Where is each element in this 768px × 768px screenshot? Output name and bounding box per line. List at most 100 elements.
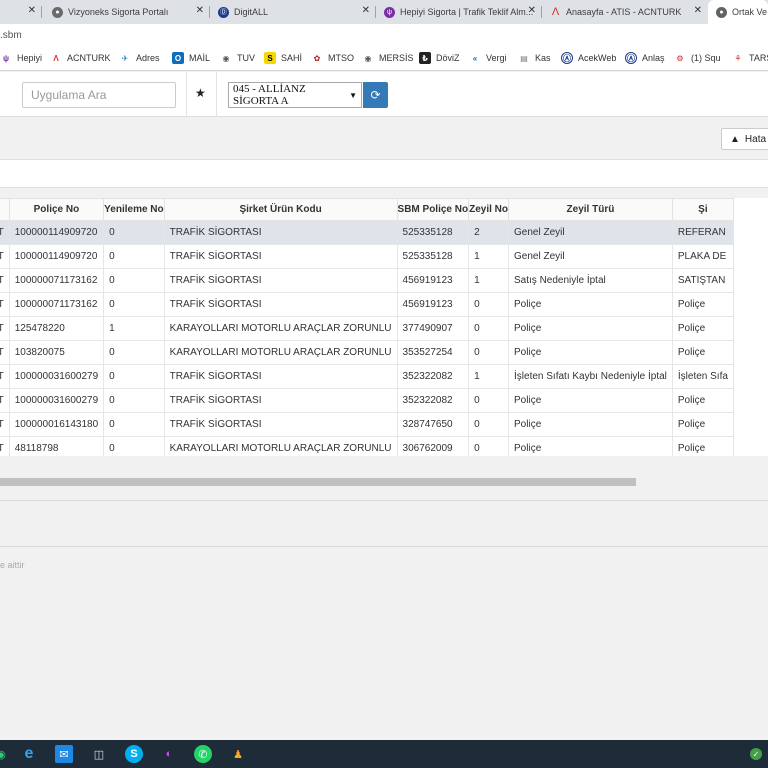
table-cell: TRAFİK SİGORTASI xyxy=(163,244,398,269)
mail-icon[interactable]: ✉ xyxy=(55,745,73,763)
browser-tab-bar: ✕ ● Vizyoneks Sigorta Portalı ✕ Ⓓ DigitA… xyxy=(0,0,768,24)
bookmark-tuv[interactable]: ◉ TUV xyxy=(220,52,256,64)
bookmark-doviz[interactable]: ₺ DöviZ xyxy=(419,52,460,64)
app-search-input[interactable] xyxy=(22,82,176,108)
skype-icon[interactable]: S xyxy=(125,745,143,763)
table-cell: Genel Zeyil xyxy=(508,244,673,269)
table-cell: 2 xyxy=(468,220,510,245)
bookmark-acekweb[interactable]: Ⓐ AcekWeb xyxy=(561,52,616,64)
column-header-sbm-police-no[interactable]: SBM Poliçe No xyxy=(396,198,470,221)
bookmark-adres[interactable]: ✈ Adres xyxy=(119,52,160,64)
table-cell: 328747650 xyxy=(396,412,470,437)
refresh-button[interactable]: ⟳ xyxy=(363,82,388,108)
table-row[interactable]: AKURT1038200750KARAYOLLARI MOTORLU ARAÇL… xyxy=(0,340,734,365)
bookmark-tarsi[interactable]: ⚘TARSİ xyxy=(732,52,768,64)
bookmark-kas[interactable]: ▤ Kas xyxy=(518,52,550,64)
user-app-icon[interactable]: ♟ xyxy=(229,745,247,763)
table-row[interactable]: KURT1000001149097200TRAFİK SİGORTASI5253… xyxy=(0,220,734,245)
column-header-truncated[interactable]: Şi xyxy=(671,198,734,221)
table-cell: 100000031600279 xyxy=(8,388,105,413)
bookmarks-bar: ψ Hepiyi Λ ACNTURK ✈ Adres O MAİL ◉ TUV S SAHİ… xyxy=(0,47,768,71)
column-header-sirket-urun-kodu[interactable]: Şirket Ürün Kodu xyxy=(163,198,398,221)
bookmark-squ[interactable]: ⚙ (1) Squ xyxy=(674,52,720,64)
table-cell: KURT xyxy=(0,220,10,245)
table-cell: 456919123 xyxy=(396,292,470,317)
tab-title: Anasayfa - ATIS - ACNTURK xyxy=(566,7,682,17)
policy-table-container: Poliçe No Yenileme No Şirket Ürün Kodu S… xyxy=(0,198,768,456)
table-cell: 525335128 xyxy=(396,220,470,245)
table-cell: Poliçe xyxy=(508,316,673,341)
squ-icon: ⚙ xyxy=(676,53,684,63)
bookmark-mersis[interactable]: ◉ MERSİS xyxy=(362,52,414,64)
table-row[interactable]: KURT1000000161431800TRAFİK SİGORTASI3287… xyxy=(0,412,734,437)
bookmark-acnturk[interactable]: Λ ACNTURK xyxy=(50,52,110,64)
table-cell: Poliçe xyxy=(671,388,734,413)
close-tab-icon[interactable]: ✕ xyxy=(694,5,702,16)
table-cell: 103820075 xyxy=(8,340,105,365)
toolbar-divider xyxy=(216,72,217,117)
browser-tab-hepiyi[interactable]: ψ Hepiyi Sigorta | Trafik Teklif Alm... … xyxy=(376,0,542,24)
table-cell: KURT xyxy=(0,364,10,389)
column-header-zeyil-no[interactable]: Zeyil No xyxy=(468,198,510,221)
bookmark-hepiyi[interactable]: ψ Hepiyi xyxy=(0,52,42,64)
close-tab-icon[interactable]: ✕ xyxy=(28,5,36,16)
scrollbar-thumb[interactable] xyxy=(0,478,636,486)
app-icon[interactable]: ◐ xyxy=(160,745,178,763)
close-tab-icon[interactable]: ✕ xyxy=(362,5,370,16)
table-row[interactable]: KURT1000001149097200TRAFİK SİGORTASI5253… xyxy=(0,244,734,269)
column-header[interactable] xyxy=(0,198,10,221)
table-cell: Poliçe xyxy=(508,412,673,437)
globe-icon: ● xyxy=(716,6,727,18)
windows-start-icon[interactable]: ◉ xyxy=(0,745,10,763)
security-check-icon[interactable]: ✓ xyxy=(750,748,762,760)
globe-icon: ◉ xyxy=(364,53,372,63)
company-select[interactable]: 045 - ALLİANZ SİGORTA A ▼ xyxy=(228,82,362,108)
horizontal-scrollbar[interactable] xyxy=(0,476,768,488)
tarsi-icon: ⚘ xyxy=(734,53,742,63)
column-header-yenileme-no[interactable]: Yenileme No xyxy=(103,198,165,221)
acnturk-icon: Λ xyxy=(53,53,59,63)
table-row[interactable]: AKURT1254782201KARAYOLLARI MOTORLU ARAÇL… xyxy=(0,316,734,341)
table-row[interactable]: KURT1000000316002790TRAFİK SİGORTASI3523… xyxy=(0,388,734,413)
whatsapp-icon[interactable]: ✆ xyxy=(194,745,212,763)
filter-strip xyxy=(0,160,768,188)
browser-tab-vizyoneks-portal[interactable]: ● Vizyoneks Sigorta Portalı ✕ xyxy=(42,0,210,24)
table-cell: 352322082 xyxy=(396,364,470,389)
table-row[interactable]: AKURT481187980KARAYOLLARI MOTORLU ARAÇLA… xyxy=(0,436,734,456)
table-cell: TRAFİK SİGORTASI xyxy=(163,364,398,389)
bookmark-vergi[interactable]: «Vergi xyxy=(469,52,507,64)
table-row[interactable]: KURT1000000711731620TRAFİK SİGORTASI4569… xyxy=(0,292,734,317)
bookmark-anlas[interactable]: Ⓐ Anlaş xyxy=(625,52,665,64)
column-header-zeyil-turu[interactable]: Zeyil Türü xyxy=(508,198,673,221)
browser-tab-ortak[interactable]: ● Ortak Ve xyxy=(708,0,768,24)
table-cell: TRAFİK SİGORTASI xyxy=(163,292,398,317)
tab-title: Vizyoneks Sigorta Portalı xyxy=(68,7,169,17)
browser-tab-vizyoneks[interactable]: ✕ xyxy=(0,0,42,24)
browser-tab-atis[interactable]: Λ Anasayfa - ATIS - ACNTURK ✕ xyxy=(542,0,708,24)
table-cell: 100000071173162 xyxy=(8,268,105,293)
close-tab-icon[interactable]: ✕ xyxy=(528,5,536,16)
table-cell: 100000016143180 xyxy=(8,412,105,437)
internet-explorer-icon[interactable]: e xyxy=(20,745,38,763)
bookmark-mail[interactable]: O MAİL xyxy=(172,52,210,64)
bookmark-mtso[interactable]: ✿ MTSO xyxy=(311,52,354,64)
address-bar[interactable]: .sbm xyxy=(0,24,768,47)
acnturk-icon: Λ xyxy=(551,6,560,18)
table-row[interactable]: KURT1000000316002790TRAFİK SİGORTASI3523… xyxy=(0,364,734,389)
digitall-icon: Ⓓ xyxy=(218,6,229,18)
hepiyi-icon: ψ xyxy=(2,53,10,63)
table-cell: TRAFİK SİGORTASI xyxy=(163,412,398,437)
close-tab-icon[interactable]: ✕ xyxy=(196,5,204,16)
report-error-button[interactable]: ▲ Hata xyxy=(721,128,768,150)
column-header-police-no[interactable]: Poliçe No xyxy=(8,198,105,221)
bookmark-sahi[interactable]: S SAHİ xyxy=(264,52,302,64)
table-cell: KURT xyxy=(0,268,10,293)
table-row[interactable]: KURT1000000711731620TRAFİK SİGORTASI4569… xyxy=(0,268,734,293)
table-cell: İşleten Sıfa xyxy=(671,364,734,389)
star-icon[interactable]: ★ xyxy=(195,86,206,100)
table-cell: 0 xyxy=(468,412,510,437)
browser-tab-digitall[interactable]: Ⓓ DigitALL ✕ xyxy=(210,0,376,24)
adres-icon: ✈ xyxy=(121,53,129,63)
warning-icon: ▲ xyxy=(730,133,740,145)
rss-icon[interactable]: ◫ xyxy=(90,745,108,763)
